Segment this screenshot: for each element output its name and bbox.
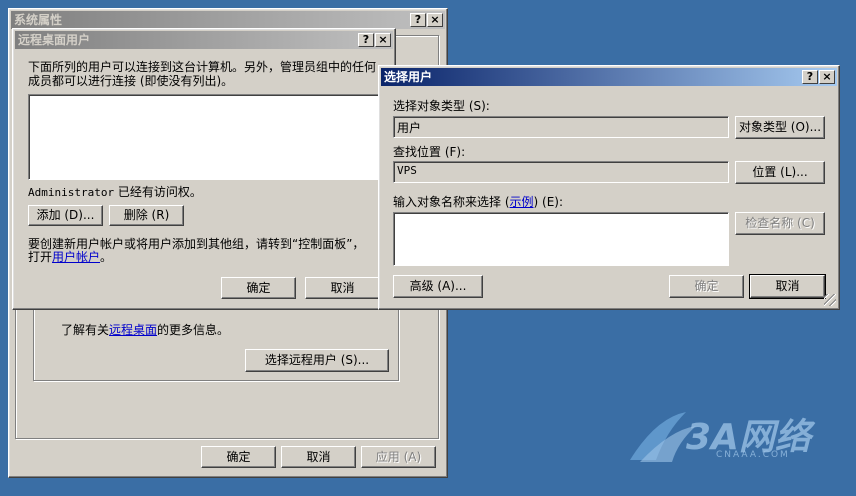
select-remote-users-button[interactable]: 选择远程用户 (S)... (245, 349, 389, 372)
object-types-button[interactable]: 对象类型 (O)... (735, 116, 825, 139)
location-label: 查找位置 (F): (393, 145, 466, 159)
user-accounts-link[interactable]: 用户帐户 (52, 250, 100, 264)
remote-desktop-users-window: 远程桌面用户 ? × 下面所列的用户可以连接到这台计算机。另外，管理员组中的任何… (12, 28, 396, 310)
system-ok-button[interactable]: 确定 (201, 446, 276, 468)
remote-users-list[interactable] (28, 94, 380, 180)
object-names-label: 输入对象名称来选择 (示例) (E): (393, 195, 563, 209)
remote-users-description: 下面所列的用户可以连接到这台计算机。另外，管理员组中的任何成员都可以进行连接 (… (28, 60, 377, 88)
check-names-button[interactable]: 检查名称 (C) (735, 212, 825, 235)
close-icon[interactable]: × (375, 33, 391, 47)
rd-cancel-button[interactable]: 取消 (305, 277, 380, 299)
remote-desktop-link[interactable]: 远程桌面 (109, 323, 157, 337)
help-icon[interactable]: ? (802, 70, 818, 84)
rd-ok-button[interactable]: 确定 (221, 277, 296, 299)
select-users-ok-button[interactable]: 确定 (669, 275, 744, 298)
close-icon[interactable]: × (819, 70, 835, 84)
system-cancel-button[interactable]: 取消 (281, 446, 356, 468)
remote-desktop-info: 了解有关远程桌面的更多信息。 (61, 323, 230, 337)
watermark-site: CNAAA.COM (716, 450, 790, 460)
help-icon[interactable]: ? (410, 13, 426, 27)
system-apply-button[interactable]: 应用 (A) (361, 446, 436, 468)
open-user-accounts-note: 打开用户帐户。 (28, 250, 113, 264)
admin-access-note: Administrator 已经有访问权。 (28, 185, 202, 199)
select-users-cancel-button[interactable]: 取消 (749, 274, 826, 299)
select-users-titlebar: 选择用户 ? × (381, 68, 837, 86)
help-icon[interactable]: ? (358, 33, 374, 47)
examples-link[interactable]: 示例 (510, 195, 534, 209)
system-properties-title: 系统属性 (14, 13, 63, 27)
select-users-title: 选择用户 (384, 70, 433, 84)
object-type-label: 选择对象类型 (S): (393, 99, 490, 113)
remote-desktop-users-titlebar: 远程桌面用户 ? × (15, 31, 393, 49)
remote-desktop-users-title: 远程桌面用户 (18, 33, 91, 47)
advanced-button[interactable]: 高级 (A)... (393, 275, 483, 298)
select-users-window: 选择用户 ? × 选择对象类型 (S): 用户 对象类型 (O)... 查找位置… (378, 65, 840, 310)
resize-grip[interactable] (824, 294, 836, 306)
add-user-button[interactable]: 添加 (D)... (28, 205, 103, 226)
system-properties-titlebar: 系统属性 ? × (11, 11, 445, 29)
remove-user-button[interactable]: 删除 (R) (109, 205, 184, 226)
locations-button[interactable]: 位置 (L)... (735, 161, 825, 184)
close-icon[interactable]: × (427, 13, 443, 27)
object-names-input[interactable] (393, 212, 729, 266)
object-type-field: 用户 (393, 116, 729, 138)
watermark-logo: 3A网络 CNAAA.COM (626, 408, 836, 468)
location-field: VPS (393, 161, 729, 183)
